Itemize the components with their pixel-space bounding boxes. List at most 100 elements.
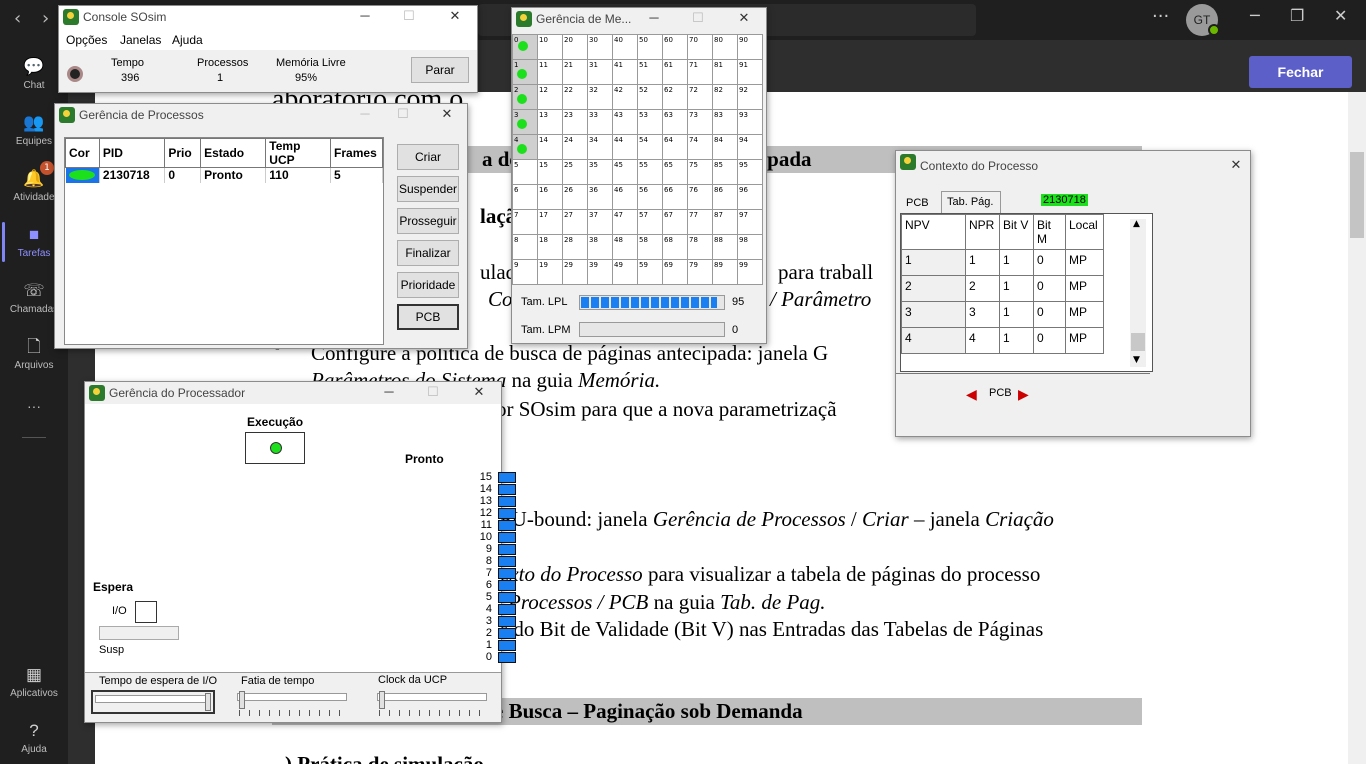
menu-janelas[interactable]: Janelas <box>120 33 161 47</box>
rail-item-apps[interactable]: ▦ Aplicativos <box>0 664 68 699</box>
column-header[interactable]: Temp UCP <box>265 138 332 168</box>
table-cell: 0 <box>1033 249 1066 276</box>
rail-item-help[interactable]: ? Ajuda <box>0 720 68 755</box>
doc-section-heading: e Busca – Paginação sob Demanda <box>494 699 803 723</box>
rail-label: Chat <box>23 80 45 91</box>
io-wait-slider[interactable] <box>91 690 215 714</box>
menu-ajuda[interactable]: Ajuda <box>172 33 203 47</box>
process-manager-window: Gerência de Processos ─ ☐ ✕ Cor PID Prio… <box>54 103 468 349</box>
close-icon[interactable]: ✕ <box>437 106 457 122</box>
queue-slot-number: 10 <box>479 531 492 543</box>
prosseguir-button[interactable]: Prosseguir <box>397 208 459 234</box>
queue-slot-number: 1 <box>485 639 492 651</box>
memoria-livre-value: 95% <box>295 72 318 84</box>
ready-queue-slot <box>498 652 516 663</box>
slider-thumb[interactable] <box>239 691 245 709</box>
tab-page-table[interactable]: Tab. Pág. <box>941 191 1001 213</box>
scroll-up-icon[interactable]: ▲ <box>1133 219 1140 229</box>
table-cell: 1 <box>999 301 1034 328</box>
minimize-icon[interactable]: ─ <box>379 384 399 399</box>
queue-slot-number: 4 <box>485 603 492 615</box>
tempo-label: Tempo <box>111 57 145 69</box>
time-slice-slider[interactable] <box>237 690 349 716</box>
susp-label: Susp <box>99 644 125 656</box>
process-list[interactable]: Cor PID Prio Estado Temp UCP Frames 2130… <box>64 137 384 345</box>
page-frame-icon <box>517 94 527 104</box>
memory-frame-42: 42 <box>612 84 638 110</box>
memory-frame-43: 43 <box>612 109 638 135</box>
tab-pcb[interactable]: PCB <box>906 197 929 209</box>
running-process-icon <box>270 442 282 454</box>
column-header: Bit V <box>999 214 1034 250</box>
minimize-icon[interactable]: ─ <box>1250 6 1260 25</box>
scroll-down-icon[interactable]: ▼ <box>1133 355 1140 365</box>
page-table-scrollbar[interactable]: ▲ ▼ <box>1130 219 1146 367</box>
scroll-thumb[interactable] <box>1131 333 1145 351</box>
slider-thumb[interactable] <box>205 693 211 711</box>
minimize-icon[interactable]: ─ <box>355 8 375 23</box>
window-title: Gerência de Me... <box>536 12 632 26</box>
table-row[interactable]: 2130718 0 Pronto 110 5 <box>65 167 383 183</box>
memory-frame-89: 89 <box>712 259 738 285</box>
column-header[interactable]: Frames <box>330 138 383 168</box>
criar-button[interactable]: Criar <box>397 144 459 170</box>
column-header: NPV <box>901 214 966 250</box>
close-icon[interactable]: ✕ <box>734 10 754 26</box>
column-header[interactable]: PID <box>98 138 166 168</box>
slider-thumb[interactable] <box>379 691 385 709</box>
minimize-icon[interactable]: ─ <box>644 10 664 25</box>
table-row[interactable]: 3 3 1 0 MP <box>901 301 1104 328</box>
suspender-button[interactable]: Suspender <box>397 176 459 202</box>
column-header[interactable]: Cor <box>65 138 100 168</box>
table-cell: MP <box>1065 327 1104 354</box>
pcb-button[interactable]: PCB <box>397 304 459 330</box>
memory-frame-87: 87 <box>712 209 738 235</box>
table-row[interactable]: 2 2 1 0 MP <box>901 275 1104 302</box>
ready-queue-slot <box>498 628 516 639</box>
queue-slot-number: 2 <box>485 627 492 639</box>
back-arrow-icon[interactable]: ‹ <box>14 8 21 29</box>
finalizar-button[interactable]: Finalizar <box>397 240 459 266</box>
help-icon: ? <box>29 721 39 740</box>
window-title: Contexto do Processo <box>920 159 1039 173</box>
next-arrow-icon[interactable]: ▶ <box>1018 387 1029 403</box>
page-table[interactable]: NPV NPR Bit V Bit M Local 1 1 1 0 MP 2 2 1 0 MP 3 3 1 0 MP 4… <box>900 213 1153 372</box>
memory-frame-90: 90 <box>737 34 763 60</box>
memory-frame-84: 84 <box>712 134 738 160</box>
cpu-clock-slider[interactable] <box>377 690 489 716</box>
memory-frame-50: 50 <box>637 34 663 60</box>
memory-frame-grid: 0 10 20 30 40 50 60 70 80 90 1 11 21 31 41 51 61 71 81 91 2 1… <box>512 34 763 285</box>
doc-text: na guia <box>648 590 721 614</box>
close-icon[interactable]: ✕ <box>445 8 465 24</box>
table-cell: 2 <box>901 275 966 302</box>
pid-badge: 2130718 <box>1041 194 1088 206</box>
rail-label: Ajuda <box>21 744 47 755</box>
execucao-label: Execução <box>247 415 304 429</box>
memory-frame-73: 73 <box>687 109 713 135</box>
memory-frame-75: 75 <box>687 159 713 185</box>
parar-button[interactable]: Parar <box>411 57 469 83</box>
close-document-button[interactable]: Fechar <box>1249 56 1352 88</box>
memory-frame-67: 67 <box>662 209 688 235</box>
close-icon[interactable]: ✕ <box>1334 6 1347 25</box>
column-header[interactable]: Prio <box>164 138 202 168</box>
table-row[interactable]: 4 4 1 0 MP <box>901 327 1104 354</box>
table-cell: 1 <box>965 249 1000 276</box>
menu-opcoes[interactable]: Opções <box>66 33 107 47</box>
memory-frame-41: 41 <box>612 59 638 85</box>
table-row[interactable]: 1 1 1 0 MP <box>901 249 1104 276</box>
more-options-icon[interactable]: ··· <box>1152 6 1169 27</box>
close-icon[interactable]: ✕ <box>469 384 489 400</box>
previous-arrow-icon[interactable]: ◀ <box>966 387 977 403</box>
forward-arrow-icon[interactable]: › <box>42 8 49 29</box>
close-icon[interactable]: ✕ <box>1226 157 1246 173</box>
document-scroll-thumb[interactable] <box>1350 152 1364 238</box>
memory-frame-35: 35 <box>587 159 613 185</box>
prioridade-button[interactable]: Prioridade <box>397 272 459 298</box>
rail-item-more[interactable]: ··· <box>0 398 68 414</box>
maximize-icon: ☐ <box>403 8 415 23</box>
restore-icon[interactable]: ❐ <box>1290 6 1304 25</box>
frames-cell: 5 <box>330 167 383 183</box>
column-header[interactable]: Estado <box>200 138 267 168</box>
ready-queue-slot <box>498 580 516 591</box>
